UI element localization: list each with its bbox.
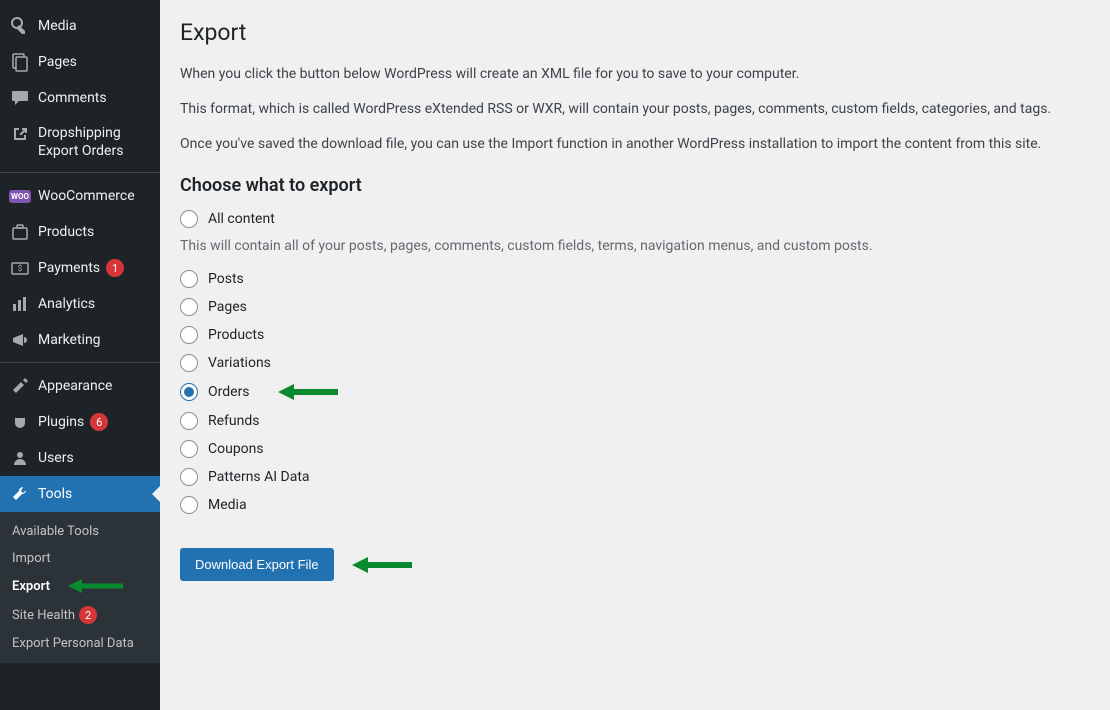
sidebar-label: Payments	[38, 260, 100, 276]
woo-icon: WOO	[10, 186, 30, 206]
sidebar-label: Users	[38, 450, 74, 466]
sidebar-item-plugins[interactable]: Plugins 6	[0, 404, 160, 440]
sidebar-item-tools[interactable]: Tools	[0, 476, 160, 512]
svg-text:$: $	[18, 264, 23, 273]
arrow-annotation	[352, 555, 412, 575]
sidebar-label: Tools	[38, 486, 72, 502]
submenu-import[interactable]: Import	[0, 545, 160, 572]
sidebar-label: WooCommerce	[38, 188, 135, 204]
sidebar-label: Comments	[38, 90, 107, 106]
analytics-icon	[10, 294, 30, 314]
radio-patterns-ai[interactable]: Patterns AI Data	[180, 468, 1090, 486]
radio-media[interactable]: Media	[180, 496, 1090, 514]
sidebar-item-media[interactable]: Media	[0, 8, 160, 44]
radio-posts[interactable]: Posts	[180, 270, 1090, 288]
radio-label: Orders	[208, 384, 250, 400]
export-desc-2: This format, which is called WordPress e…	[180, 99, 1090, 120]
sidebar-spacer	[0, 168, 160, 173]
sidebar-label: Marketing	[38, 332, 101, 348]
sidebar-label: Products	[38, 224, 94, 240]
radio-label: Refunds	[208, 413, 260, 429]
radio-label: Posts	[208, 271, 244, 287]
sidebar-item-marketing[interactable]: Marketing	[0, 322, 160, 358]
tools-icon	[10, 484, 30, 504]
radio-all-content[interactable]: All content	[180, 210, 1090, 228]
sidebar-label: Analytics	[38, 296, 95, 312]
radio-refunds[interactable]: Refunds	[180, 412, 1090, 430]
badge: 6	[90, 413, 108, 431]
sidebar-label: Media	[38, 18, 77, 34]
badge: 2	[79, 606, 97, 624]
sidebar-spacer	[0, 358, 160, 363]
radio-label: Coupons	[208, 441, 264, 457]
radio-icon	[180, 440, 198, 458]
marketing-icon	[10, 330, 30, 350]
radio-icon	[180, 270, 198, 288]
sidebar-item-woocommerce[interactable]: WOO WooCommerce	[0, 178, 160, 214]
sidebar-label: Appearance	[38, 378, 112, 394]
payments-icon: $	[10, 258, 30, 278]
admin-sidebar: Media Pages Comments Dropshipping Export…	[0, 0, 160, 710]
radio-coupons[interactable]: Coupons	[180, 440, 1090, 458]
export-desc-3: Once you've saved the download file, you…	[180, 134, 1090, 155]
pages-icon	[10, 52, 30, 72]
radio-products[interactable]: Products	[180, 326, 1090, 344]
sidebar-item-products[interactable]: Products	[0, 214, 160, 250]
radio-icon	[180, 468, 198, 486]
radio-icon	[180, 354, 198, 372]
radio-pages[interactable]: Pages	[180, 298, 1090, 316]
sidebar-item-users[interactable]: Users	[0, 440, 160, 476]
products-icon	[10, 222, 30, 242]
plugins-icon	[10, 412, 30, 432]
submenu-export-personal-data[interactable]: Export Personal Data	[0, 630, 160, 657]
media-icon	[10, 16, 30, 36]
radio-label: Patterns AI Data	[208, 469, 310, 485]
submenu-site-health[interactable]: Site Health2	[0, 600, 160, 630]
radio-label: Variations	[208, 355, 271, 371]
appearance-icon	[10, 376, 30, 396]
arrow-annotation	[68, 578, 123, 594]
sidebar-item-comments[interactable]: Comments	[0, 80, 160, 116]
radio-icon	[180, 326, 198, 344]
sidebar-item-dropshipping[interactable]: Dropshipping Export Orders	[0, 116, 160, 168]
radio-icon	[180, 298, 198, 316]
radio-label: Pages	[208, 299, 247, 315]
sidebar-label: Plugins	[38, 414, 84, 430]
choose-heading: Choose what to export	[180, 175, 1090, 196]
submenu-export[interactable]: Export	[0, 572, 160, 600]
comments-icon	[10, 88, 30, 108]
radio-variations[interactable]: Variations	[180, 354, 1090, 372]
sidebar-label: Dropshipping Export Orders	[38, 124, 150, 160]
radio-icon	[180, 383, 198, 401]
badge: 1	[106, 259, 124, 277]
submenu-available-tools[interactable]: Available Tools	[0, 518, 160, 545]
radio-icon	[180, 496, 198, 514]
radio-orders[interactable]: Orders	[180, 382, 1090, 402]
users-icon	[10, 448, 30, 468]
all-content-hint: This will contain all of your posts, pag…	[180, 238, 1090, 254]
arrow-annotation	[278, 382, 338, 402]
radio-label: All content	[208, 211, 275, 227]
sidebar-label: Pages	[38, 54, 77, 70]
sidebar-item-analytics[interactable]: Analytics	[0, 286, 160, 322]
radio-label: Products	[208, 327, 264, 343]
main-content: Export When you click the button below W…	[160, 0, 1110, 710]
sidebar-item-appearance[interactable]: Appearance	[0, 368, 160, 404]
radio-label: Media	[208, 497, 247, 513]
radio-icon	[180, 412, 198, 430]
tools-submenu: Available Tools Import Export Site Healt…	[0, 512, 160, 663]
page-title: Export	[180, 19, 1090, 46]
external-icon	[10, 124, 30, 144]
radio-icon	[180, 210, 198, 228]
sidebar-item-payments[interactable]: $ Payments 1	[0, 250, 160, 286]
download-export-button[interactable]: Download Export File	[180, 548, 334, 581]
sidebar-item-pages[interactable]: Pages	[0, 44, 160, 80]
export-desc-1: When you click the button below WordPres…	[180, 64, 1090, 85]
